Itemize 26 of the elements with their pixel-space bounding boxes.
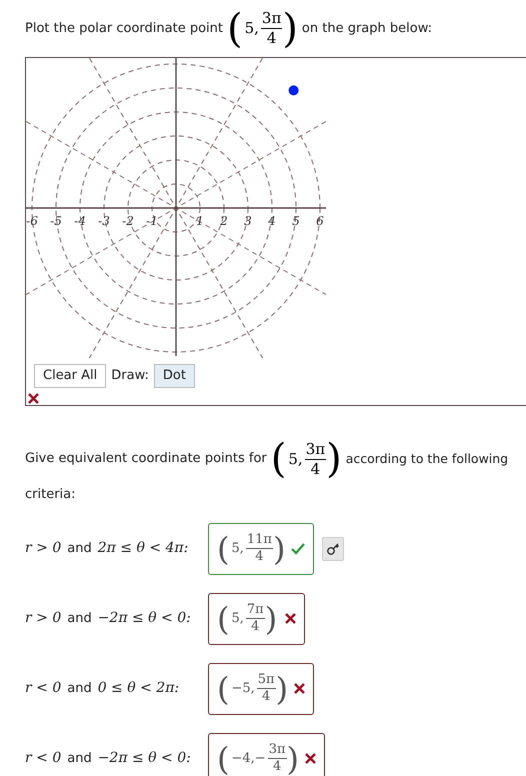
tick-label: -2	[122, 214, 134, 228]
criterion-label: r > 0 and −2π ≤ θ < 0:	[25, 609, 192, 628]
prompt-text: on the graph below:	[302, 20, 432, 38]
tick-label: -1	[146, 214, 158, 228]
tick-label: 5	[292, 214, 300, 228]
tick-label: 2	[220, 214, 228, 228]
question-text: according to the following	[346, 450, 508, 468]
prompt-text: Plot the polar coordinate point	[25, 20, 223, 38]
tick-label: 6	[316, 214, 324, 228]
tick-label: 3	[244, 214, 252, 228]
tick-label: -5	[50, 214, 62, 228]
key-icon	[326, 542, 340, 556]
criterion-label: r < 0 and −2π ≤ θ < 0:	[25, 749, 192, 768]
tick-label: -4	[74, 214, 86, 228]
question-text: criteria:	[25, 486, 76, 504]
tick-label: -3	[98, 214, 110, 228]
dot-tool-button[interactable]: Dot	[154, 364, 195, 388]
draw-label: Draw:	[111, 367, 149, 385]
criterion-label: r < 0 and 0 ≤ θ < 2π:	[25, 679, 180, 698]
tick-label: -6	[26, 214, 38, 228]
clear-all-button[interactable]: Clear All	[34, 364, 106, 388]
criterion-label: r > 0 and 2π ≤ θ < 4π:	[25, 539, 190, 558]
key-button[interactable]	[322, 536, 344, 560]
question-text: Give equivalent coordinate points for	[25, 450, 267, 468]
plotted-dot	[288, 85, 299, 96]
tick-label: 4	[268, 214, 276, 228]
